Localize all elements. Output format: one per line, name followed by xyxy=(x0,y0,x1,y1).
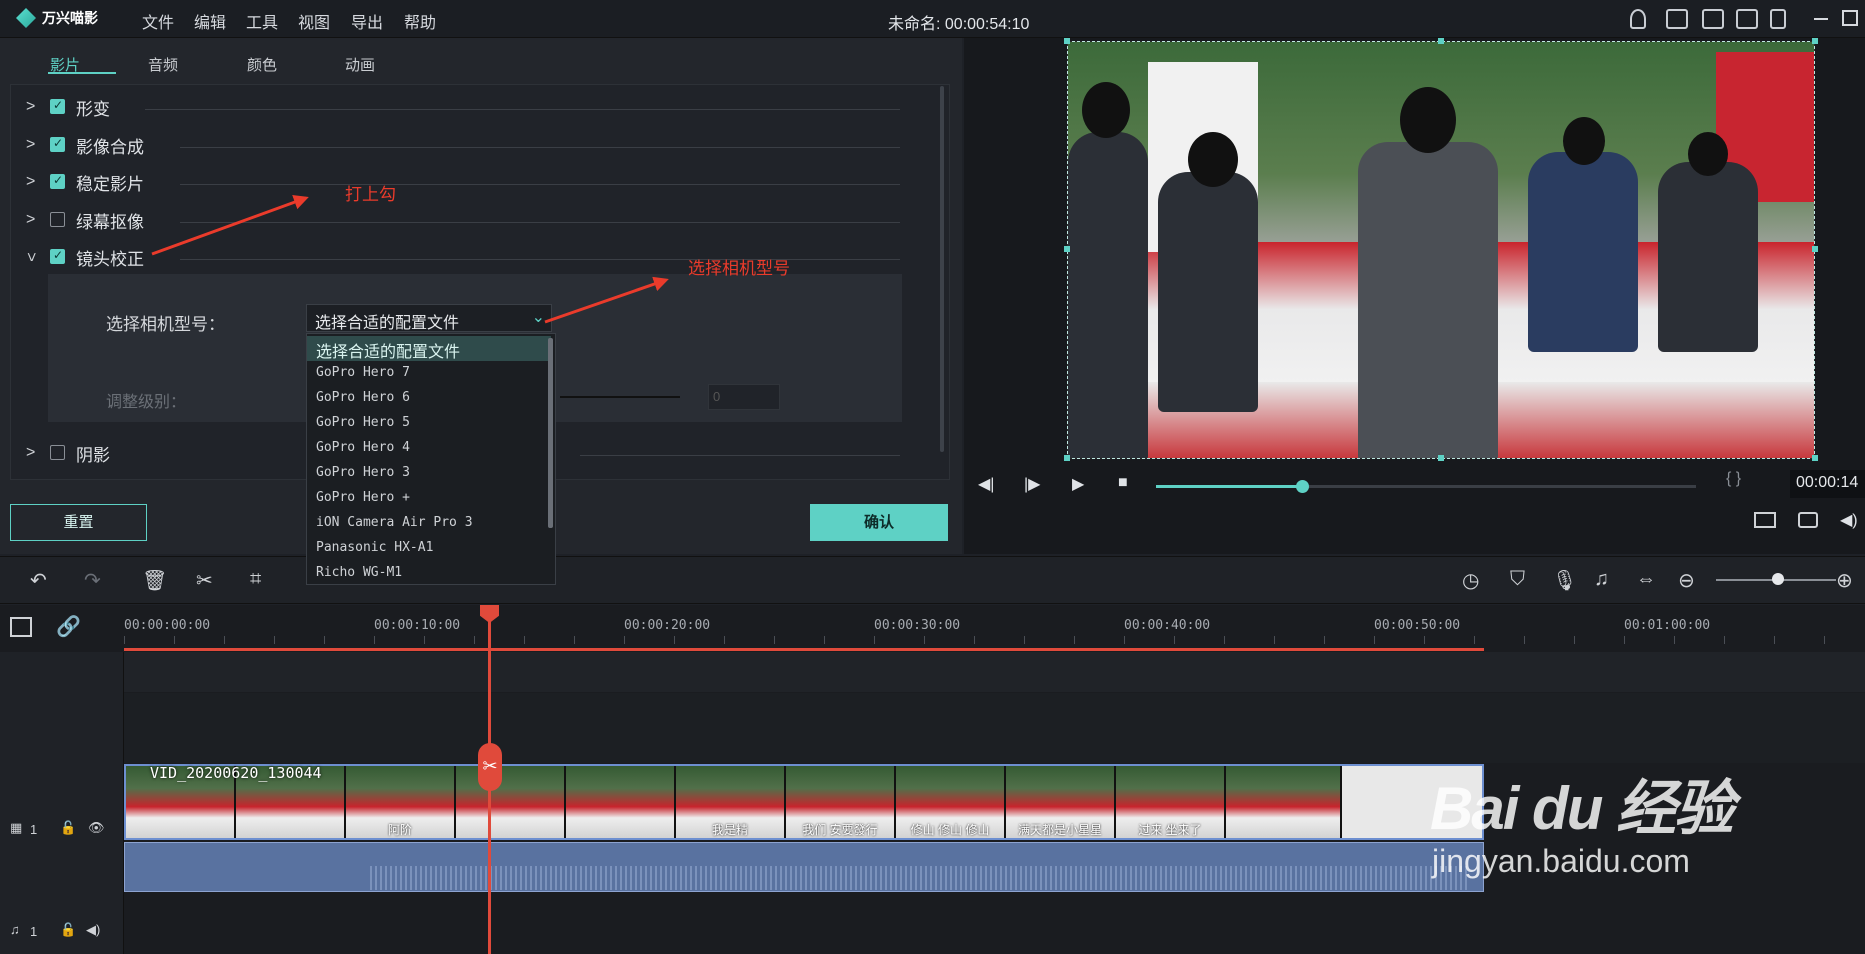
annotation-select-camera: 选择相机型号 xyxy=(688,259,790,278)
arrow-to-select xyxy=(544,276,669,324)
annotation-arrows xyxy=(151,195,669,324)
annotation-check: 打上勾 xyxy=(345,185,396,204)
arrow-to-checkbox xyxy=(151,195,309,256)
